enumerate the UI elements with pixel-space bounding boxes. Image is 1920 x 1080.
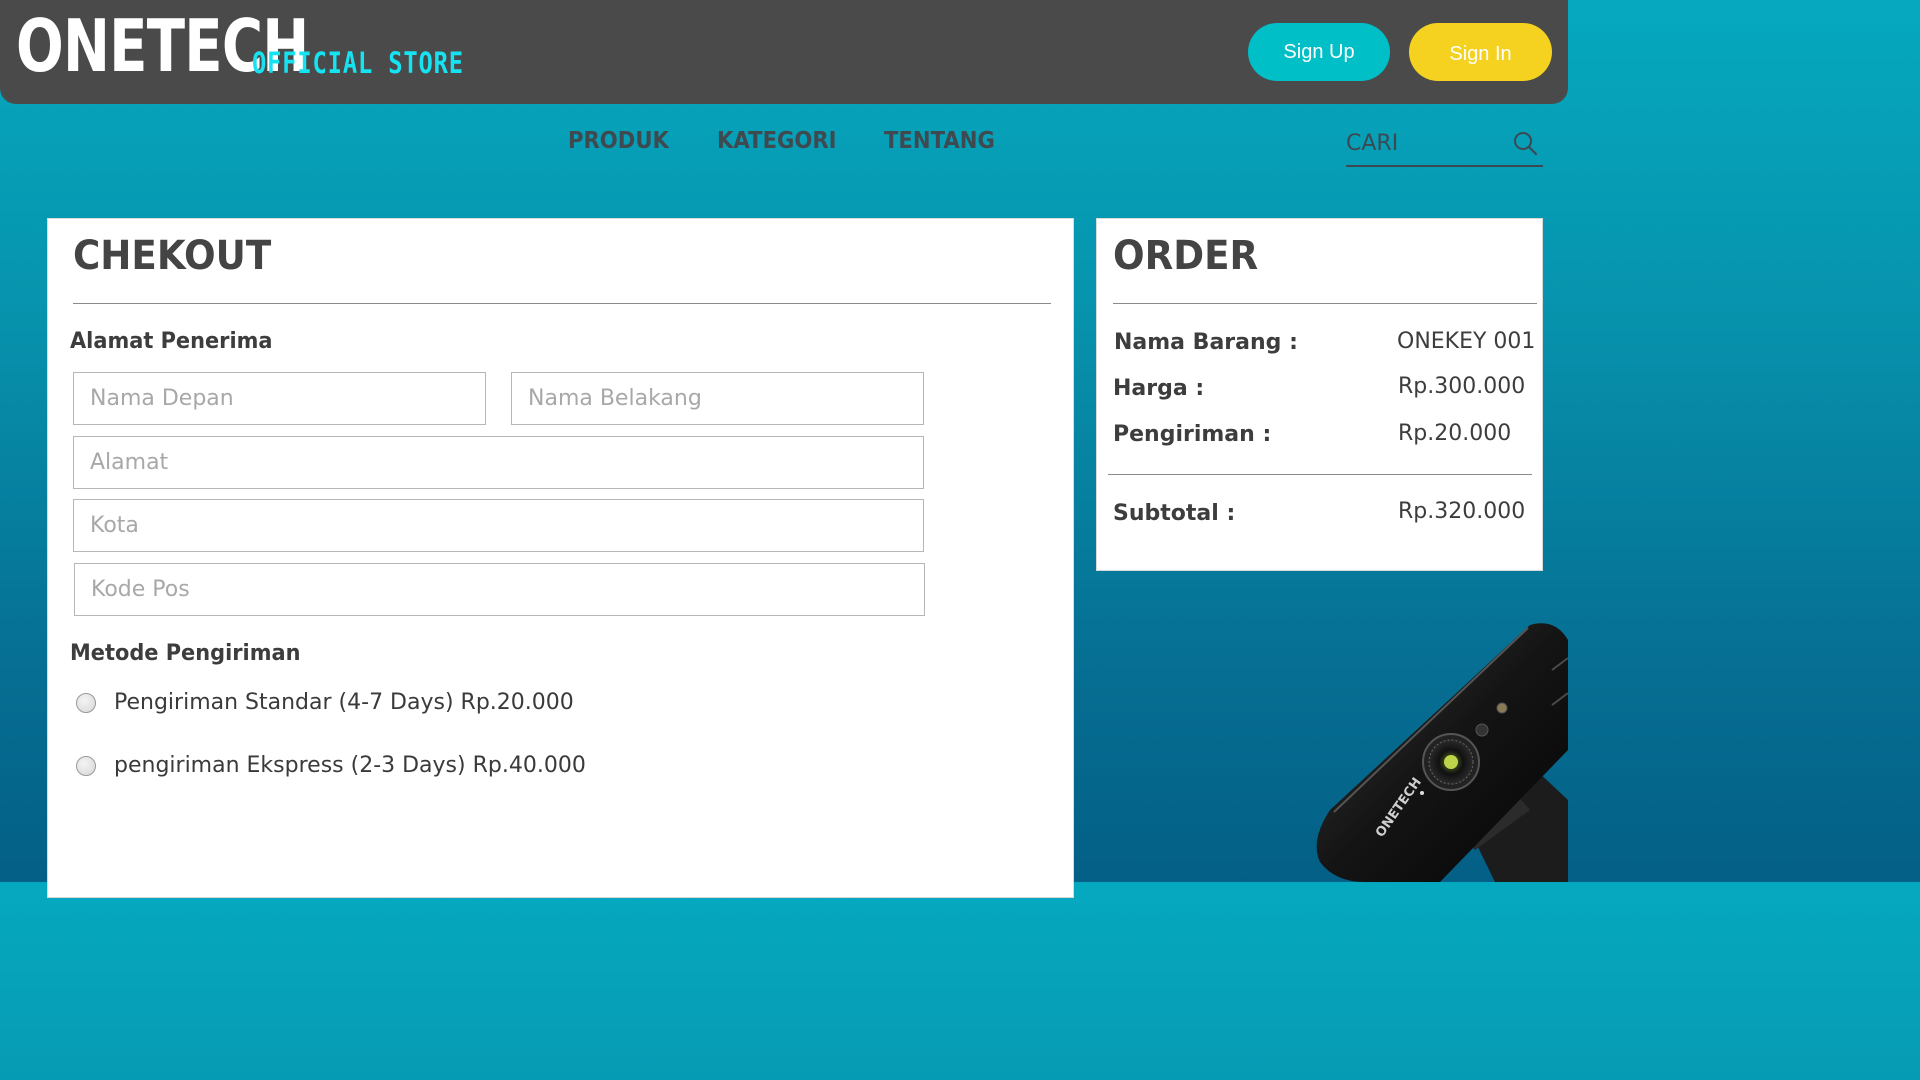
checkout-title: CHEKOUT: [73, 233, 272, 279]
webcam-product-image: ONETECH: [1316, 623, 1568, 882]
order-panel: ORDER Nama Barang : ONEKEY 001 Harga : R…: [1096, 218, 1543, 571]
order-divider: [1113, 303, 1537, 304]
logo-tagline: OFFICIAL STORE: [252, 46, 464, 80]
search-bar: [1346, 124, 1543, 167]
shipping-option-standard[interactable]: Pengiriman Standar (4-7 Days) Rp.20.000: [76, 690, 574, 715]
first-name-field[interactable]: [73, 372, 486, 425]
header-bar: ONETECH OFFICIAL STORE Sign Up Sign In: [0, 0, 1568, 104]
city-field[interactable]: [73, 499, 924, 552]
price-value: Rp.300.000: [1398, 374, 1526, 399]
shipping-option-label: pengiriman Ekspress (2-3 Days) Rp.40.000: [114, 753, 586, 778]
subtotal-divider: [1108, 474, 1532, 475]
item-name-label: Nama Barang :: [1114, 330, 1298, 355]
search-icon[interactable]: [1512, 130, 1538, 156]
sign-up-button[interactable]: Sign Up: [1248, 23, 1390, 81]
subtotal-label: Subtotal :: [1113, 501, 1236, 526]
address-section-label: Alamat Penerima: [70, 329, 273, 354]
price-label: Harga :: [1113, 376, 1205, 401]
last-name-field[interactable]: [511, 372, 924, 425]
subtotal-value: Rp.320.000: [1398, 499, 1526, 524]
radio-express[interactable]: [76, 755, 96, 776]
shipping-option-express[interactable]: pengiriman Ekspress (2-3 Days) Rp.40.000: [76, 753, 586, 778]
nav-item-tentang[interactable]: TENTANG: [884, 128, 995, 154]
nav-item-produk[interactable]: PRODUK: [568, 128, 669, 154]
sign-in-button[interactable]: Sign In: [1409, 23, 1552, 81]
order-title: ORDER: [1113, 233, 1259, 279]
shipping-section-label: Metode Pengiriman: [70, 641, 301, 666]
shipping-cost-value: Rp.20.000: [1398, 421, 1512, 446]
search-input[interactable]: [1346, 124, 1506, 162]
shipping-option-label: Pengiriman Standar (4-7 Days) Rp.20.000: [114, 690, 574, 715]
item-name-value: ONEKEY 001: [1397, 329, 1536, 354]
address-field[interactable]: [73, 436, 924, 489]
checkout-panel: CHEKOUT Alamat Penerima Metode Pengirima…: [47, 218, 1074, 898]
nav-item-kategori[interactable]: KATEGORI: [717, 128, 837, 154]
radio-standard[interactable]: [76, 692, 96, 713]
postal-code-field[interactable]: [74, 563, 925, 616]
checkout-divider: [73, 303, 1051, 304]
shipping-cost-label: Pengiriman :: [1113, 422, 1272, 447]
